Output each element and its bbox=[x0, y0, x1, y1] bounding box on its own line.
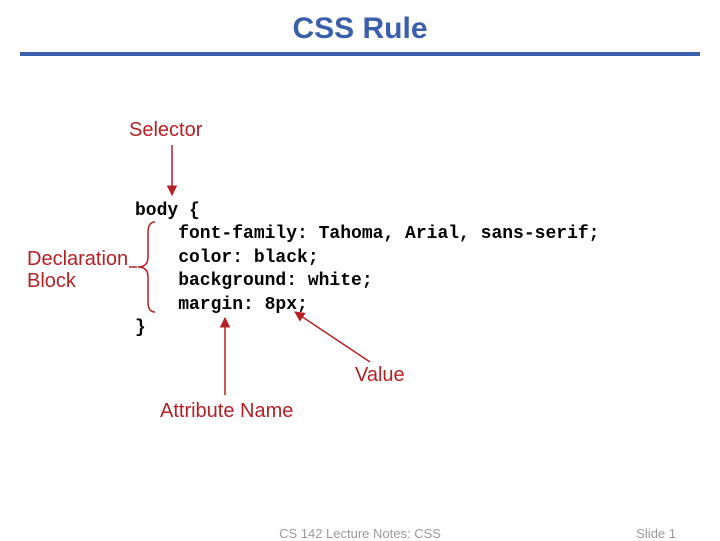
css-code: body { font-family: Tahoma, Arial, sans-… bbox=[135, 200, 599, 340]
code-line-2: font-family: Tahoma, Arial, sans-serif; bbox=[135, 224, 599, 244]
slide-title: CSS Rule bbox=[0, 0, 720, 52]
label-declaration-block: Declaration Block bbox=[27, 248, 128, 292]
footer-course: CS 142 Lecture Notes: CSS bbox=[279, 526, 441, 541]
footer-slide: Slide 1 bbox=[636, 526, 676, 541]
code-line-5: margin: 8px; bbox=[135, 295, 308, 315]
code-line-6: } bbox=[135, 318, 146, 338]
label-value: Value bbox=[355, 364, 405, 386]
title-divider bbox=[20, 52, 700, 56]
code-line-3: color: black; bbox=[135, 248, 319, 268]
code-line-1: body { bbox=[135, 201, 200, 221]
label-selector: Selector bbox=[129, 119, 202, 141]
label-attribute-name: Attribute Name bbox=[160, 400, 293, 422]
code-line-4: background: white; bbox=[135, 271, 373, 291]
